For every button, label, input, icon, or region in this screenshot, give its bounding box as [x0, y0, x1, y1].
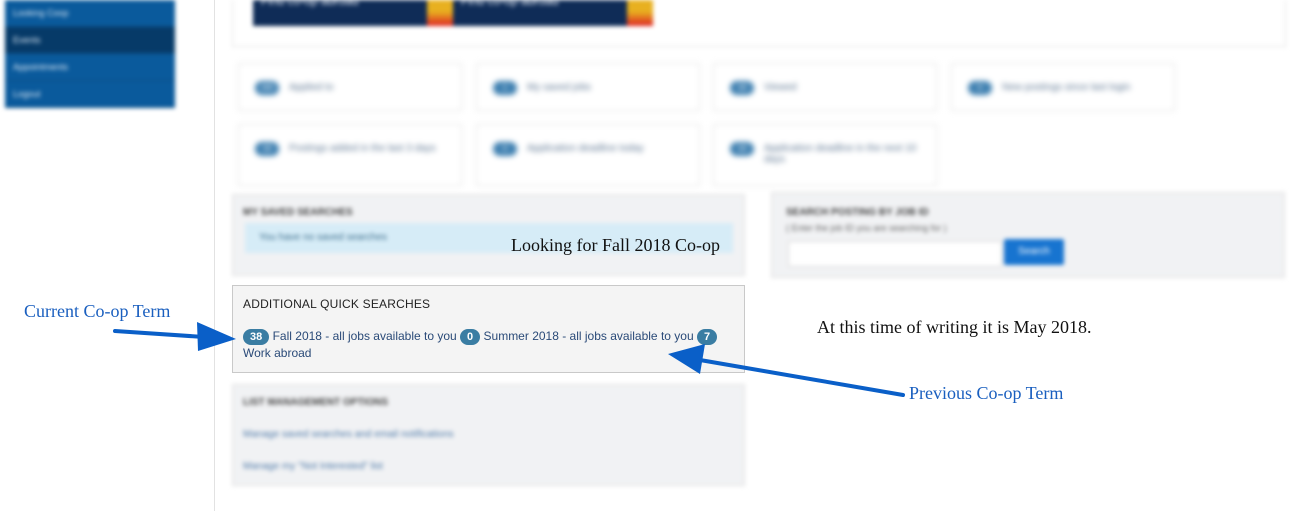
annotation-arrows: [113, 322, 905, 397]
previous-term-arrow: [668, 344, 905, 397]
current-term-arrow: [113, 322, 236, 351]
